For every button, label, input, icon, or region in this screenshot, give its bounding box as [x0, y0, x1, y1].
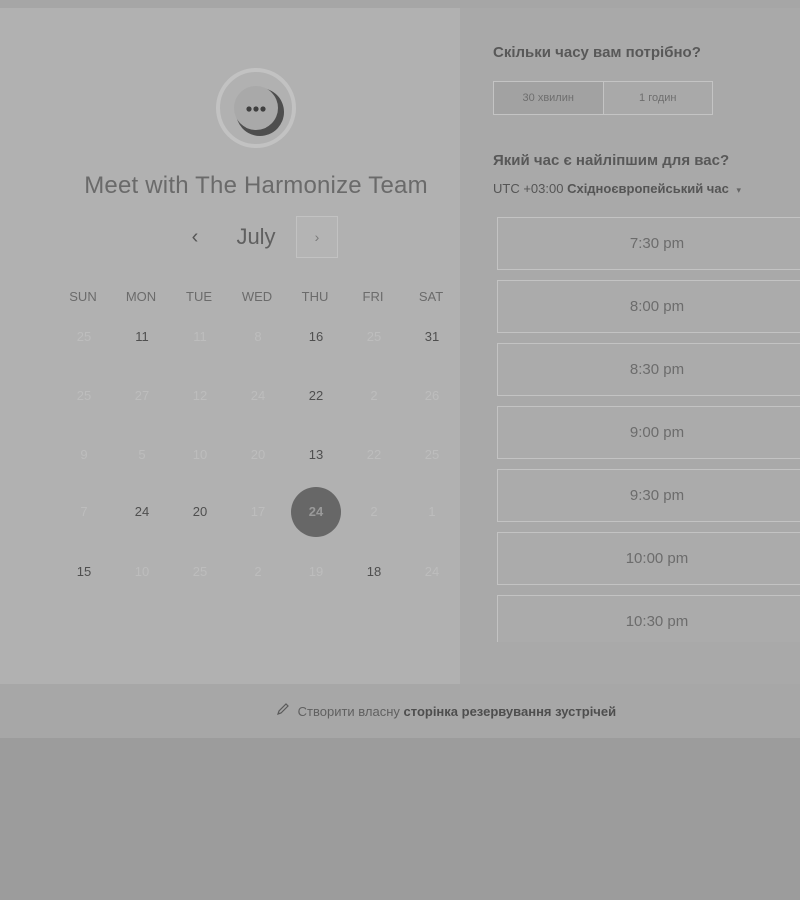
calendar-day: 25 [76, 329, 92, 344]
weekday-mon: MON [125, 289, 157, 304]
calendar-day: 17 [250, 504, 266, 519]
calendar-day: 9 [80, 447, 88, 462]
calendar-day: 8 [254, 329, 262, 344]
prev-month-button[interactable]: ‹ [184, 226, 206, 248]
time-slot[interactable]: 9:30 pm [497, 469, 800, 522]
calendar-day[interactable]: 13 [291, 430, 341, 480]
timezone-offset: UTC +03:00 [493, 181, 564, 196]
calendar-day: 1 [428, 504, 436, 519]
timezone-name: Східноєвропейський час [567, 181, 729, 196]
calendar-day: 27 [134, 388, 150, 403]
calendar-day[interactable]: 24 [117, 487, 167, 537]
calendar-day: 19 [308, 564, 324, 579]
calendar-day[interactable]: 18 [349, 547, 399, 597]
selected-day[interactable]: 24 [291, 487, 341, 537]
calendar-day[interactable]: 20 [175, 487, 225, 537]
calendar-day: 10 [134, 564, 150, 579]
time-slot[interactable]: 8:30 pm [497, 343, 800, 396]
weekday-header: SUN MON TUE WED THU FRI SAT [54, 289, 458, 309]
time-slot[interactable]: 7:30 pm [497, 217, 800, 270]
calendar-day: 24 [250, 388, 266, 403]
next-month-button[interactable]: › [296, 216, 338, 258]
calendar-day: 26 [424, 388, 440, 403]
pencil-icon [276, 703, 294, 719]
weekday-fri: FRI [362, 289, 384, 304]
calendar-day: 2 [370, 388, 378, 403]
caret-down-icon: ▾ [736, 185, 741, 195]
weekday-wed: WED [241, 289, 273, 304]
page-title: Meet with The Harmonize Team [84, 172, 428, 199]
calendar-day[interactable]: 22 [291, 371, 341, 421]
calendar-day: 22 [366, 447, 382, 462]
calendar-day[interactable]: 16 [291, 312, 341, 362]
calendar-day: 24 [424, 564, 440, 579]
duration-toggle: 30 хвилин 1 годин [493, 81, 713, 115]
footer-text: Створити власну сторінка резервування зу… [276, 702, 616, 719]
calendar-day: 7 [80, 504, 88, 519]
calendar-day[interactable]: 15 [59, 547, 109, 597]
weekday-tue: TUE [186, 289, 212, 304]
month-label: July [236, 224, 276, 249]
calendar-day: 2 [254, 564, 262, 579]
weekday-sun: SUN [69, 289, 97, 304]
month-navigation: ‹ July › [0, 216, 512, 260]
time-slot[interactable]: 9:00 pm [497, 406, 800, 459]
duration-question: Скільки часу вам потрібно? [493, 44, 701, 61]
footer: Створити власну сторінка резервування зу… [0, 684, 800, 738]
calendar-day: 20 [250, 447, 266, 462]
calendar-day: 2 [370, 504, 378, 519]
time-slot[interactable]: 10:00 pm [497, 532, 800, 585]
duration-1hour-button[interactable]: 1 годин [604, 82, 713, 114]
time-slot[interactable]: 8:00 pm [497, 280, 800, 333]
calendar-day: 5 [138, 447, 146, 462]
footer-prefix: Створити власну [297, 704, 400, 719]
calendar-day[interactable]: 31 [407, 312, 457, 362]
chat-bubble-icon [216, 68, 296, 148]
timezone-selector[interactable]: UTC +03:00 Східноєвропейський час ▾ [493, 181, 741, 196]
calendar-day: 12 [192, 388, 208, 403]
time-slot[interactable]: 10:30 pm [497, 595, 800, 642]
calendar-day: 25 [192, 564, 208, 579]
calendar-day: 25 [424, 447, 440, 462]
time-slot-list[interactable]: 7:30 pm 8:00 pm 8:30 pm 9:00 pm 9:30 pm … [497, 217, 800, 642]
calendar-day: 25 [76, 388, 92, 403]
calendar-day: 25 [366, 329, 382, 344]
duration-30min-button[interactable]: 30 хвилин [494, 82, 604, 114]
top-strip [0, 0, 800, 8]
weekday-sat: SAT [418, 289, 444, 304]
booking-panel: Скільки часу вам потрібно? 30 хвилин 1 г… [460, 8, 800, 684]
time-question: Який час є найліпшим для вас? [493, 152, 730, 169]
calendar-day: 10 [192, 447, 208, 462]
booking-page-link[interactable]: сторінка резервування зустрічей [404, 704, 617, 719]
calendar-day[interactable]: 11 [117, 312, 167, 362]
weekday-thu: THU [301, 289, 329, 304]
calendar-day: 11 [193, 329, 207, 344]
